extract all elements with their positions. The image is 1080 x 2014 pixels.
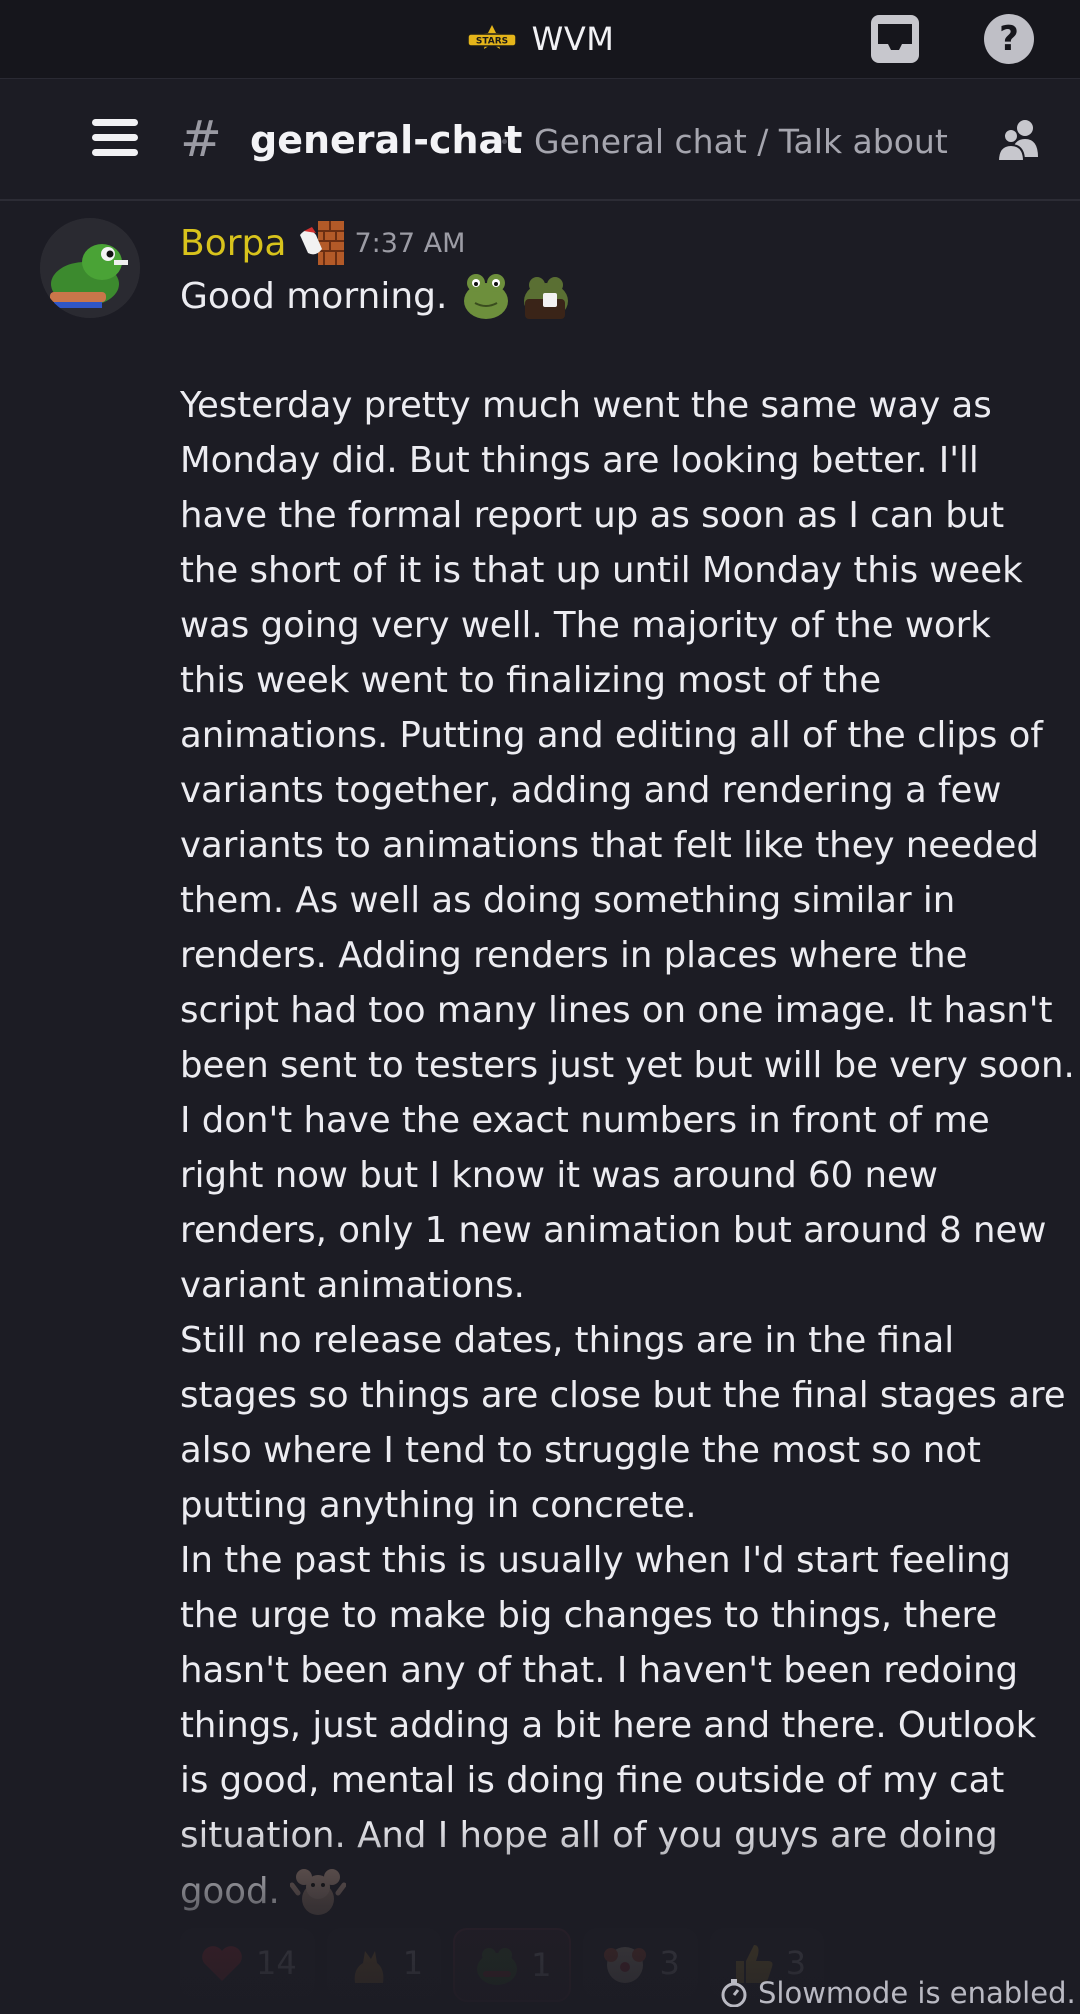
heart-icon [202, 1946, 242, 1981]
message-body: Yesterday pretty much went the same way … [180, 378, 1075, 1919]
message-greeting: Good morning. [180, 270, 573, 322]
message-line: is good, mental is doing fine outside of… [180, 1760, 1005, 1801]
svg-text:STARS: STARS [476, 37, 508, 47]
stars-logo-icon: STARS [466, 25, 517, 49]
reaction-cat[interactable]: 1 [326, 1928, 442, 1998]
clown-icon [604, 1947, 647, 1983]
channel-header: # general-chat General chat / Talk about… [0, 79, 1080, 201]
message-line: renders, only 1 new animation but around… [180, 1210, 1047, 1251]
message-line: variants together, adding and rendering … [180, 770, 1002, 811]
frog-icon [477, 1948, 518, 1985]
reaction-count: 1 [402, 1944, 424, 1982]
slowmode-indicator: Slowmode is enabled. [720, 1972, 1076, 2014]
message-line: right now but I know it was around 60 ne… [180, 1155, 938, 1196]
help-button[interactable]: ? [984, 14, 1034, 64]
message-line: variant animations. [180, 1265, 525, 1306]
frog-avatar-icon [40, 218, 140, 318]
server-name: WVM [531, 20, 615, 58]
reaction-frog[interactable]: 1 [453, 1928, 572, 2002]
reaction-count: 14 [256, 1944, 297, 1982]
message-line: them. As well as doing something similar… [180, 880, 956, 921]
message-header: Borpa 7:37 AM [180, 218, 465, 268]
frog-emoji-icon [464, 274, 509, 319]
message-line: In the past this is usually when I'd sta… [180, 1540, 1011, 1581]
message-line: things, just adding a bit here and there… [180, 1705, 1037, 1746]
question-mark-icon: ? [999, 19, 1019, 59]
message-timestamp: 7:37 AM [354, 227, 466, 259]
channel-name[interactable]: general-chat [250, 115, 522, 165]
message-line: animations. Putting and editing all of t… [180, 715, 1043, 756]
message-line: Still no release dates, things are in th… [180, 1320, 955, 1361]
message-line: hasn't been any of that. I haven't been … [180, 1650, 1019, 1691]
slowmode-text: Slowmode is enabled. [758, 1976, 1076, 2010]
message-line: putting anything in concrete. [180, 1485, 697, 1526]
message-line: Monday did. But things are looking bette… [180, 440, 979, 481]
message-line: stages so things are close but the final… [180, 1375, 1066, 1416]
message-line: good. [180, 1870, 280, 1912]
reaction-count: 3 [659, 1944, 680, 1982]
message-line: Yesterday pretty much went the same way … [180, 385, 992, 426]
members-icon[interactable] [994, 117, 1046, 163]
message-line: was going very well. The majority of the… [180, 605, 991, 646]
message-line: situation. And I hope all of you guys ar… [180, 1815, 998, 1856]
channel-hash-icon: # [180, 110, 222, 168]
stopwatch-icon [721, 1979, 747, 2007]
message-line: the short of it is that up until Monday … [180, 550, 1023, 591]
top-bar: STARS WVM ? [0, 0, 1080, 79]
reaction-heart[interactable]: 14 [180, 1928, 315, 1998]
channel-topic[interactable]: General chat / Talk about ... [534, 119, 954, 165]
message-line: script had too many lines on one image. … [180, 990, 1053, 1031]
avatar[interactable] [40, 218, 140, 318]
reaction-count: 1 [531, 1946, 552, 1984]
reaction-clown[interactable]: 3 [583, 1928, 698, 1998]
message-last-line: good. [180, 1863, 1040, 1919]
message-line: also where I tend to struggle the most s… [180, 1430, 981, 1471]
role-badge-icon [300, 221, 345, 265]
frog-coffee-emoji-icon [524, 277, 569, 319]
message-line: this week went to finalizing most of the [180, 660, 882, 701]
rat-emoji-icon [289, 1869, 346, 1915]
greeting-text: Good morning. [180, 275, 448, 317]
author-name[interactable]: Borpa [180, 223, 286, 264]
menu-icon[interactable] [92, 119, 138, 157]
separator-dot [502, 139, 507, 144]
inbox-icon[interactable] [868, 12, 922, 66]
message-line: the urge to make big changes to things, … [180, 1595, 998, 1636]
cat-icon [354, 1951, 384, 1983]
message-line: I don't have the exact numbers in front … [180, 1100, 990, 1141]
message-line: variants to animations that felt like th… [180, 825, 1039, 866]
message-line: renders. Adding renders in places where … [180, 935, 968, 976]
message-line: have the formal report up as soon as I c… [180, 495, 1005, 536]
message-line: been sent to testers just yet but will b… [180, 1045, 1075, 1086]
